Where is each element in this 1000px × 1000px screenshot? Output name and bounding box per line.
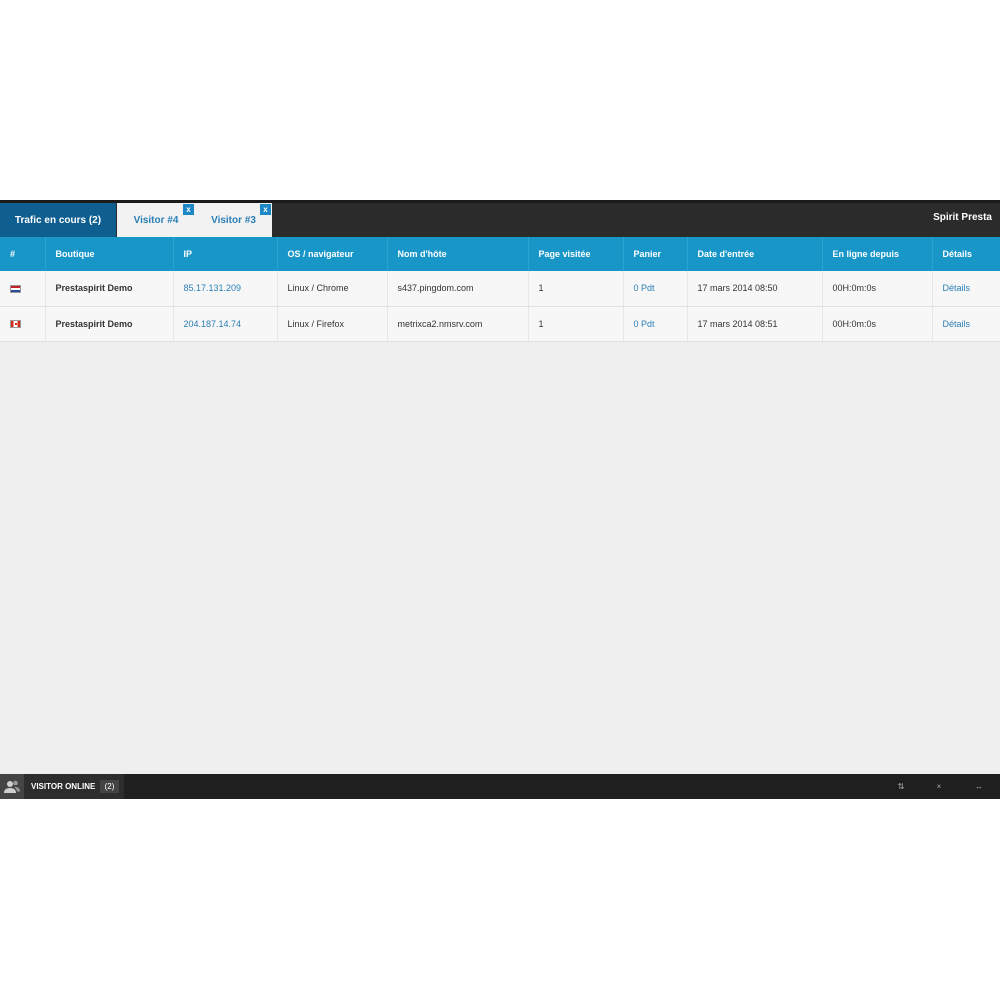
- column-header-date[interactable]: Date d'entrée: [687, 237, 823, 271]
- close-icon[interactable]: ×: [932, 774, 946, 799]
- shop-cell: Prestaspirit Demo: [45, 306, 174, 341]
- os-cell: Linux / Chrome: [277, 271, 388, 306]
- column-header-flag[interactable]: #: [0, 237, 46, 271]
- visitor-count-badge: (2): [100, 780, 119, 793]
- tab-visitor-4-label: Visitor #4: [133, 214, 179, 226]
- column-header-cart[interactable]: Panier: [623, 237, 688, 271]
- ip-cell: 85.17.131.209: [173, 271, 278, 306]
- sort-icon[interactable]: ⇅: [894, 774, 908, 799]
- tab-visitor-3-label: Visitor #3: [211, 214, 256, 226]
- online-cell: 00H:0m:0s: [822, 271, 933, 306]
- visitor-panel: Trafic en cours (2) Visitor #4 x Visitor…: [0, 200, 1000, 799]
- column-header-host[interactable]: Nom d'hôte: [387, 237, 529, 271]
- table-row: Prestaspirit Demo 85.17.131.209 Linux / …: [0, 271, 1000, 306]
- online-cell: 00H:0m:0s: [822, 306, 933, 341]
- visitors-table: # Boutique IP OS / navigateur Nom d'hôte…: [0, 237, 1000, 342]
- details-cell: Détails: [932, 271, 1000, 306]
- cart-cell: 0 Pdt: [623, 271, 688, 306]
- expand-icon[interactable]: ↔: [972, 774, 986, 799]
- ip-cell: 204.187.14.74: [173, 306, 278, 341]
- cart-link[interactable]: 0 Pdt: [634, 319, 655, 329]
- column-header-details[interactable]: Détails: [932, 237, 1000, 271]
- column-header-pages[interactable]: Page visitée: [528, 237, 624, 271]
- cart-cell: 0 Pdt: [623, 306, 688, 341]
- details-cell: Détails: [932, 306, 1000, 341]
- tab-current-traffic-label: Trafic en cours (2): [14, 214, 102, 226]
- pages-cell: 1: [528, 306, 624, 341]
- visitor-online-bar: VISITOR ONLINE (2) ⇅ × ↔: [0, 774, 1000, 799]
- brand-label: Spirit Presta: [933, 212, 992, 223]
- os-cell: Linux / Firefox: [277, 306, 388, 341]
- details-link[interactable]: Détails: [943, 283, 971, 293]
- date-cell: 17 mars 2014 08:50: [687, 271, 823, 306]
- flag-cell: [0, 306, 46, 341]
- details-link[interactable]: Détails: [943, 319, 971, 329]
- table-row: Prestaspirit Demo 204.187.14.74 Linux / …: [0, 306, 1000, 341]
- users-icon: [0, 774, 24, 799]
- tab-bar: Trafic en cours (2) Visitor #4 x Visitor…: [0, 200, 1000, 237]
- tab-visitor-4[interactable]: Visitor #4 x: [117, 203, 195, 237]
- table-header-row: # Boutique IP OS / navigateur Nom d'hôte…: [0, 237, 1000, 271]
- shop-cell: Prestaspirit Demo: [45, 271, 174, 306]
- host-cell: metrixca2.nmsrv.com: [387, 306, 529, 341]
- cart-link[interactable]: 0 Pdt: [634, 283, 655, 293]
- host-cell: s437.pingdom.com: [387, 271, 529, 306]
- column-header-os[interactable]: OS / navigateur: [277, 237, 388, 271]
- visitor-online-toggle[interactable]: VISITOR ONLINE (2): [0, 774, 124, 799]
- ip-link[interactable]: 204.187.14.74: [184, 319, 242, 329]
- column-header-ip[interactable]: IP: [173, 237, 278, 271]
- ip-link[interactable]: 85.17.131.209: [184, 283, 242, 293]
- tab-current-traffic[interactable]: Trafic en cours (2): [0, 203, 116, 237]
- flag-canada-icon: [10, 320, 21, 329]
- flag-netherlands-icon: [10, 284, 21, 293]
- date-cell: 17 mars 2014 08:51: [687, 306, 823, 341]
- pages-cell: 1: [528, 271, 624, 306]
- tab-visitor-3[interactable]: Visitor #3 x: [195, 203, 272, 237]
- close-icon[interactable]: x: [183, 204, 194, 215]
- column-header-online[interactable]: En ligne depuis: [822, 237, 933, 271]
- visitor-online-label: VISITOR ONLINE: [31, 782, 96, 791]
- column-header-shop[interactable]: Boutique: [45, 237, 174, 271]
- close-icon[interactable]: x: [260, 204, 271, 215]
- flag-cell: [0, 271, 46, 306]
